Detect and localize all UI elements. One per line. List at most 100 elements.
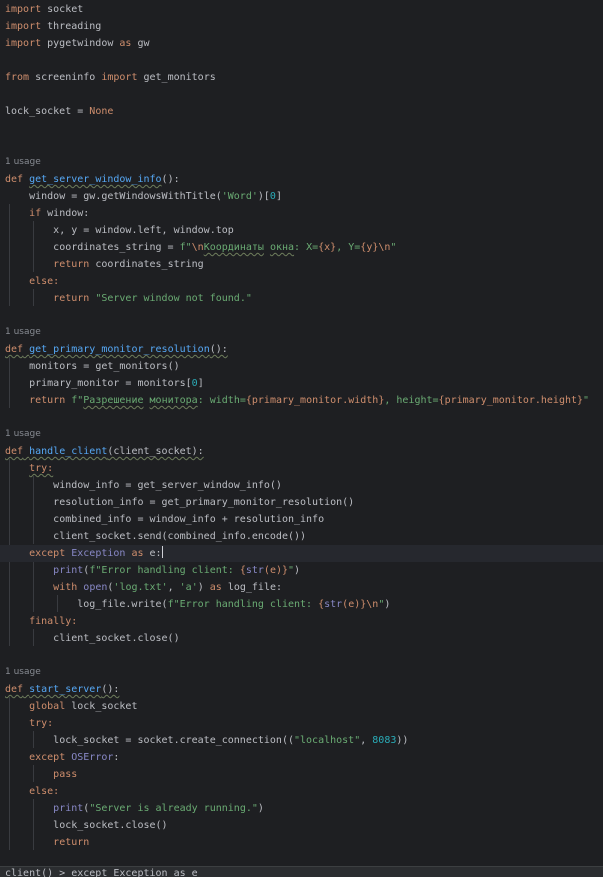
code-line[interactable]: import socket xyxy=(5,1,603,18)
code-text: window_info = get_server_window_info() xyxy=(53,480,282,491)
code-line[interactable]: client_socket.close() xyxy=(5,630,603,647)
interpolation: (e)} xyxy=(263,565,289,576)
string-literal: f" xyxy=(179,242,192,253)
string-literal: " xyxy=(583,395,590,406)
escape-sequence: \n xyxy=(191,242,204,253)
keyword: return xyxy=(29,395,66,406)
keyword: else: xyxy=(29,276,60,287)
code-line[interactable]: print("Server is already running.") xyxy=(5,800,603,817)
keyword: pass xyxy=(53,769,78,780)
builtin: open xyxy=(83,582,108,593)
code-line[interactable]: else: xyxy=(5,273,603,290)
keyword: return xyxy=(53,259,90,270)
interpolation: (e)} xyxy=(342,599,367,610)
code-line[interactable]: print(f"Error handling client: {str(e)}"… xyxy=(5,562,603,579)
keyword: try: xyxy=(29,463,54,474)
code-line[interactable]: return xyxy=(5,834,603,851)
code-line[interactable]: window = gw.getWindowsWithTitle('Word')[… xyxy=(5,188,603,205)
code-line[interactable]: return coordinates_string xyxy=(5,256,603,273)
keyword: import xyxy=(5,21,42,32)
code-line-current[interactable]: except Exception as e: xyxy=(0,545,603,562)
builtin-class: OSError xyxy=(71,752,114,763)
code-line[interactable]: return "Server window not found." xyxy=(5,290,603,307)
number-literal: 8083 xyxy=(372,735,397,746)
code-line[interactable]: coordinates_string = f"\nКоординаты окна… xyxy=(5,239,603,256)
string-literal: монитора xyxy=(149,395,198,406)
code-line[interactable]: client_socket.send(combined_info.encode(… xyxy=(5,528,603,545)
code-line[interactable]: def get_primary_monitor_resolution(): xyxy=(5,341,603,358)
code-line[interactable]: finally: xyxy=(5,613,603,630)
code-line[interactable]: log_file.write(f"Error handling client: … xyxy=(5,596,603,613)
keyword: def xyxy=(5,446,24,457)
keyword: from xyxy=(5,72,30,83)
code-line[interactable]: return f"Разрешение монитора: width={pri… xyxy=(5,392,603,409)
string-literal: "Server window not found." xyxy=(95,293,252,304)
code-line[interactable]: def start_server(): xyxy=(5,681,603,698)
interpolation: {primary_monitor.height} xyxy=(438,395,584,406)
builtin-class: Exception xyxy=(71,548,126,559)
code-editor[interactable]: import socket import threading import py… xyxy=(0,0,603,866)
code-text: primary_monitor = monitors[ xyxy=(29,378,192,389)
code-line[interactable]: combined_info = window_info + resolution… xyxy=(5,511,603,528)
usage-hint[interactable]: 1 usage xyxy=(5,154,603,171)
code-line[interactable]: def handle_client(client_socket): xyxy=(5,443,603,460)
keyword: def xyxy=(5,684,24,695)
usage-hint[interactable]: 1 usage xyxy=(5,426,603,443)
usage-hint[interactable]: 1 usage xyxy=(5,664,603,681)
keyword: import xyxy=(101,72,138,83)
code-text: , xyxy=(360,735,373,746)
code-text: (): xyxy=(209,344,228,355)
builtin: print xyxy=(53,565,84,576)
code-line[interactable]: import pygetwindow as gw xyxy=(5,35,603,52)
string-literal: 'Word' xyxy=(221,191,258,202)
code-line[interactable]: monitors = get_monitors() xyxy=(5,358,603,375)
escape-sequence: \n xyxy=(366,599,379,610)
code-line[interactable]: lock_socket = None xyxy=(5,103,603,120)
function-name: handle_client xyxy=(29,446,108,457)
string-literal: : width= xyxy=(197,395,246,406)
string-literal: Координаты xyxy=(203,242,264,253)
code-line[interactable]: global lock_socket xyxy=(5,698,603,715)
code-text: lock_socket = xyxy=(5,106,90,117)
code-text: e: xyxy=(143,548,162,559)
code-line[interactable]: lock_socket.close() xyxy=(5,817,603,834)
code-text: ] xyxy=(197,378,204,389)
string-literal: "localhost" xyxy=(294,735,361,746)
code-line[interactable]: x, y = window.left, window.top xyxy=(5,222,603,239)
code-text: client_socket.send(combined_info.encode(… xyxy=(53,531,307,542)
code-text: (client_socket): xyxy=(107,446,204,457)
function-name: start_server xyxy=(29,684,102,695)
code-line[interactable]: with open('log.txt', 'a') as log_file: xyxy=(5,579,603,596)
code-line[interactable]: except OSError: xyxy=(5,749,603,766)
escape-sequence: \n xyxy=(378,242,391,253)
code-line[interactable]: lock_socket = socket.create_connection((… xyxy=(5,732,603,749)
keyword: as xyxy=(209,582,222,593)
code-line[interactable]: try: xyxy=(5,715,603,732)
breadcrumb-bar[interactable]: client() > except Exception as e xyxy=(0,866,603,877)
code-line[interactable]: pass xyxy=(5,766,603,783)
code-line[interactable]: if window: xyxy=(5,205,603,222)
string-literal: f" xyxy=(65,395,84,406)
code-text: screeninfo xyxy=(29,72,102,83)
code-line[interactable]: resolution_info = get_primary_monitor_re… xyxy=(5,494,603,511)
code-text: log_file.write( xyxy=(77,599,168,610)
code-line[interactable]: else: xyxy=(5,783,603,800)
code-text: (): xyxy=(161,174,180,185)
code-text: ) xyxy=(257,803,264,814)
string-literal: : X= xyxy=(294,242,319,253)
code-text: , xyxy=(167,582,180,593)
code-line[interactable]: def get_server_window_info(): xyxy=(5,171,603,188)
code-text: window = gw.getWindowsWithTitle( xyxy=(29,191,222,202)
usage-hint[interactable]: 1 usage xyxy=(5,324,603,341)
code-text: lock_socket xyxy=(65,701,138,712)
keyword: as xyxy=(119,38,132,49)
code-text: ] xyxy=(275,191,282,202)
code-line[interactable]: window_info = get_server_window_info() xyxy=(5,477,603,494)
code-line[interactable]: from screeninfo import get_monitors xyxy=(5,69,603,86)
keyword: None xyxy=(89,106,114,117)
code-line[interactable]: primary_monitor = monitors[0] xyxy=(5,375,603,392)
keyword: def xyxy=(5,344,24,355)
code-line[interactable]: try: xyxy=(5,460,603,477)
keyword: as xyxy=(131,548,144,559)
code-line[interactable]: import threading xyxy=(5,18,603,35)
